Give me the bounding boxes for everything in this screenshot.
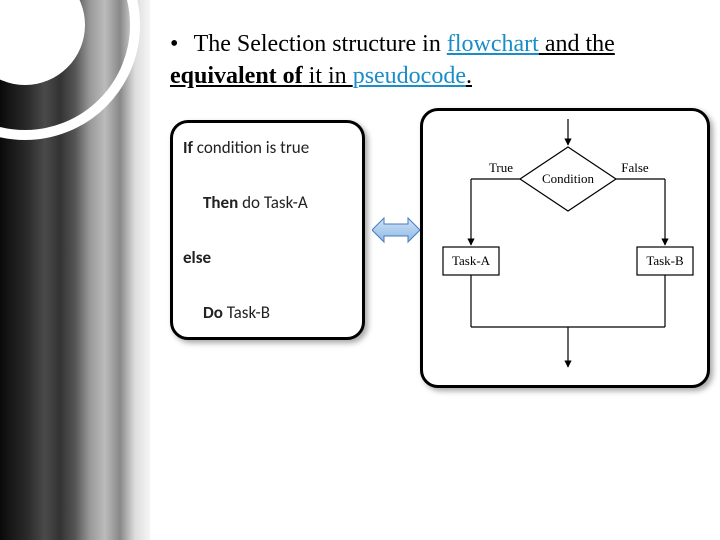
pseudocode-line-if: If condition is true [183, 137, 352, 158]
label-task-a: Task-A [452, 253, 491, 268]
keyword-do: Do [203, 302, 223, 323]
text-fragment: Task-B [223, 302, 270, 323]
text-fragment: condition is true [193, 137, 309, 158]
text-fragment: do Task-A [238, 192, 307, 213]
keyword-then: Then [203, 192, 238, 213]
text-fragment: and the [539, 31, 615, 57]
flowchart-panel: Condition True False Task-A Task-B [420, 108, 710, 388]
pseudocode-line-else: else [183, 247, 352, 268]
slide-bullet-text: • The Selection structure in flowchart a… [170, 28, 710, 93]
text-pseudocode: pseudocode [353, 63, 466, 89]
text-equivalent: equivalent of [170, 63, 303, 89]
label-condition: Condition [542, 171, 595, 186]
bullet-dot: • [170, 28, 188, 60]
text-flowchart: flowchart [447, 31, 539, 57]
text-fragment: The Selection structure in [194, 31, 447, 57]
pseudocode-line-do: Do Task-B [183, 302, 352, 323]
keyword-if: If [183, 137, 193, 158]
text-period: . [466, 63, 472, 89]
flowchart-diagram: Condition True False Task-A Task-B [431, 117, 705, 385]
double-arrow-icon [372, 215, 420, 245]
label-task-b: Task-B [646, 253, 684, 268]
label-true: True [489, 160, 513, 175]
pseudocode-line-then: Then do Task-A [183, 192, 352, 213]
text-fragment: it in [303, 63, 353, 89]
pseudocode-panel: If condition is true Then do Task-A else… [170, 120, 365, 340]
keyword-else: else [183, 247, 211, 268]
label-false: False [621, 160, 649, 175]
